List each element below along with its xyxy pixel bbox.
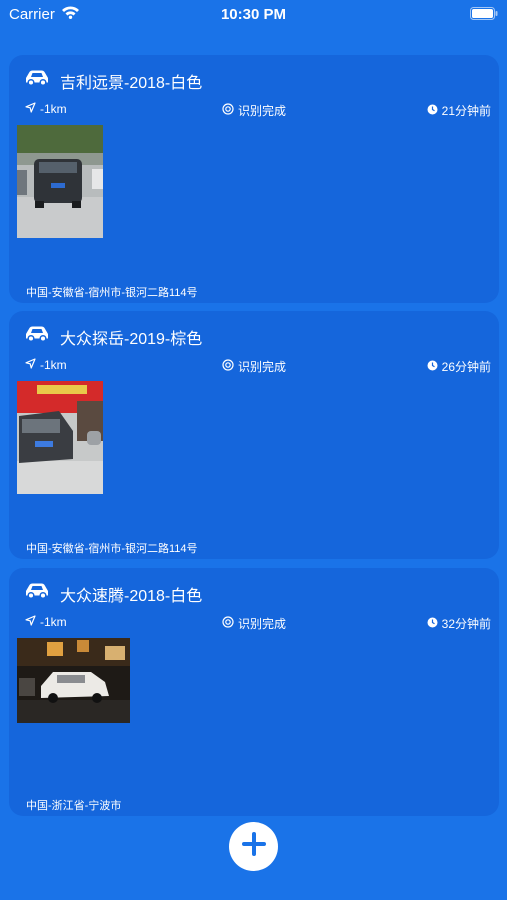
time-ago-text: 21分钟前	[441, 104, 491, 118]
add-button[interactable]	[229, 822, 278, 871]
clock-icon	[427, 360, 438, 374]
address-text: 中国-安徽省-宿州市-银河二路114号	[26, 287, 198, 299]
distance-info: -1km	[25, 102, 67, 116]
time-info: 26分钟前	[427, 358, 491, 375]
target-icon	[222, 359, 234, 374]
status-text: 识别完成	[238, 617, 287, 631]
status-text: 识别完成	[238, 104, 287, 118]
distance-text: -1km	[40, 358, 67, 372]
address-text: 中国-安徽省-宿州市-银河二路114号	[26, 543, 198, 555]
vehicle-title: 吉利远景-2018-白色	[60, 75, 203, 92]
car-icon	[24, 325, 50, 348]
battery-icon	[470, 7, 498, 24]
plus-icon	[240, 830, 268, 863]
car-icon	[24, 582, 50, 605]
time-info: 21分钟前	[427, 102, 491, 119]
clock-time: 10:30 PM	[220, 6, 287, 23]
distance-text: -1km	[40, 615, 67, 629]
status-info: 识别完成	[222, 102, 286, 119]
clock-icon	[427, 617, 438, 631]
status-text: 识别完成	[238, 360, 287, 374]
vehicle-card[interactable]: 吉利远景-2018-白色 -1km 识别完成 21分钟前 中国-安徽省-宿州市-…	[9, 55, 499, 303]
location-arrow-icon	[25, 358, 36, 372]
vehicle-card[interactable]: 大众速腾-2018-白色 -1km 识别完成 32分钟前 中国-浙江省-宁波市	[9, 568, 499, 816]
time-ago-text: 32分钟前	[441, 617, 491, 631]
vehicle-photo[interactable]	[17, 125, 103, 238]
status-info: 识别完成	[222, 358, 286, 375]
target-icon	[222, 103, 234, 118]
location-arrow-icon	[25, 615, 36, 629]
address-text: 中国-浙江省-宁波市	[26, 800, 122, 812]
time-info: 32分钟前	[427, 615, 491, 632]
status-bar: Carrier 10:30 PM	[0, 0, 507, 30]
distance-info: -1km	[25, 615, 67, 629]
car-icon	[24, 69, 50, 92]
meta-row: -1km 识别完成 32分钟前	[9, 615, 499, 633]
distance-text: -1km	[40, 102, 67, 116]
meta-row: -1km 识别完成 21分钟前	[9, 102, 499, 120]
vehicle-photo[interactable]	[17, 638, 130, 723]
vehicle-title: 大众速腾-2018-白色	[60, 588, 203, 605]
vehicle-photo[interactable]	[17, 381, 103, 494]
location-arrow-icon	[25, 102, 36, 116]
meta-row: -1km 识别完成 26分钟前	[9, 358, 499, 376]
clock-icon	[427, 104, 438, 118]
vehicle-title: 大众探岳-2019-棕色	[60, 331, 203, 348]
distance-info: -1km	[25, 358, 67, 372]
time-ago-text: 26分钟前	[441, 360, 491, 374]
target-icon	[222, 616, 234, 631]
status-info: 识别完成	[222, 615, 286, 632]
vehicle-card[interactable]: 大众探岳-2019-棕色 -1km 识别完成 26分钟前 中国-安徽省-宿州市-…	[9, 311, 499, 559]
